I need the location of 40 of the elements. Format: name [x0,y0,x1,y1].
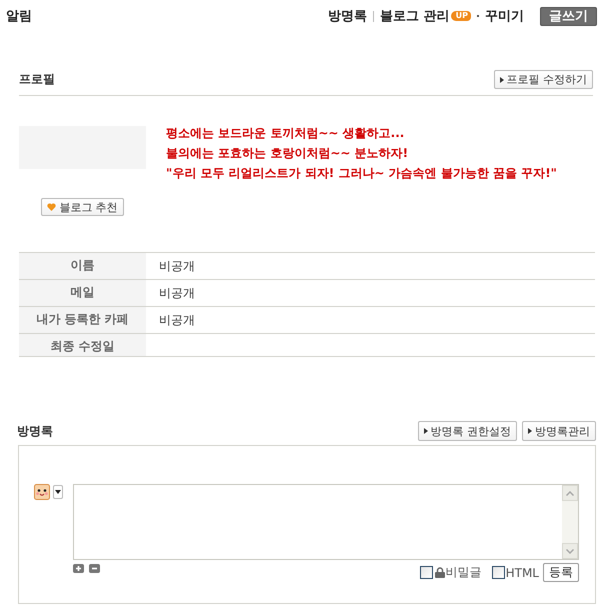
nav-link[interactable]: 꾸미기 [485,7,524,25]
recommend-button[interactable]: 블로그 추천 [41,198,124,216]
chevron-down-icon [566,548,574,554]
minus-icon[interactable] [89,564,100,573]
lock-icon [434,567,445,578]
info-value: 비공개 [158,312,195,329]
info-label: 메일 [19,280,146,306]
nav-link[interactable]: 방명록 [328,7,368,25]
info-label: 최종 수정일 [19,334,146,356]
write-button[interactable]: 글쓰기 [540,6,597,26]
plus-icon[interactable] [73,564,84,573]
intro-text: "우리 모두 리얼리스트가 되자! 그러나~ 가슴속엔 불가능한 꿈을 꾸자!" [166,165,557,182]
checkbox[interactable] [492,566,505,579]
triangle-icon [528,428,532,434]
info-label: 이름 [19,253,146,279]
heart-icon [47,203,56,211]
intro-text: 평소에는 보드라운 토끼처럼~~ 생활하고... [166,125,406,142]
triangle-icon [500,76,504,82]
info-value: 비공개 [158,258,195,275]
emoticon-dropdown-button[interactable] [53,485,63,499]
triangle-icon [424,428,428,434]
up-badge: UP [450,11,471,21]
edit-profile-button[interactable]: 프로필 수정하기 [494,70,593,89]
chevron-up-icon [566,490,574,496]
option-label: HTML [506,566,539,580]
option-label: 비밀글 [446,564,482,581]
info-label: 내가 등록한 카페 [19,307,146,333]
section-title: 방명록 [17,422,53,440]
page-title: 알림 [6,8,32,25]
info-value: 비공개 [158,285,195,302]
nav-link[interactable]: 블로그 관리 [380,7,450,25]
checkbox[interactable] [420,566,433,579]
smiley-face-icon[interactable] [34,484,50,500]
section-title: 프로필 [19,71,55,88]
caret-icon [55,490,61,494]
guestbook-button[interactable]: 방명록관리 [522,421,596,441]
comment-field[interactable] [73,484,579,560]
intro-text: 불의에는 포효하는 호랑이처럼~~ 분노하자! [166,145,410,162]
submit-button[interactable]: 등록 [543,563,579,582]
guestbook-button[interactable]: 방명록 권한설정 [418,421,517,441]
